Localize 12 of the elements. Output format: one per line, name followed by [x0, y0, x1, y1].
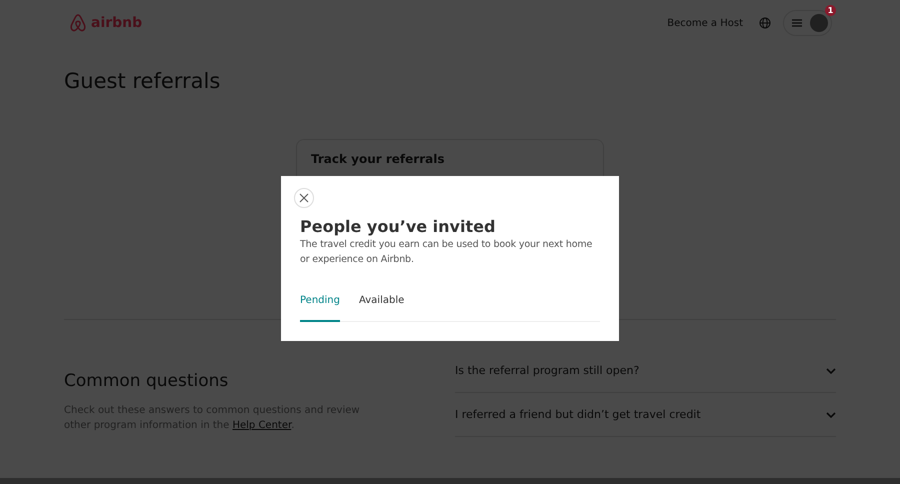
dialog-tab[interactable]: Available — [358, 287, 404, 322]
question-text: I referred a friend but didn’t get travel credit — [455, 408, 701, 421]
card-title: Track your referrals — [311, 152, 446, 166]
close-icon — [299, 193, 309, 203]
dialog-tab[interactable]: Pending — [300, 287, 340, 322]
close-button[interactable] — [294, 188, 314, 208]
help-center-link[interactable]: Help Center — [232, 420, 292, 431]
page-title: Guest referrals — [64, 69, 222, 93]
question-text: Is the referral program still open? — [455, 364, 640, 377]
section-title: Common questions — [64, 371, 230, 391]
dialog-title: People you’ve invited — [300, 217, 496, 236]
dialog-description: The travel credit you earn can be used to book your next home or experience on Airbnb. — [300, 238, 594, 267]
